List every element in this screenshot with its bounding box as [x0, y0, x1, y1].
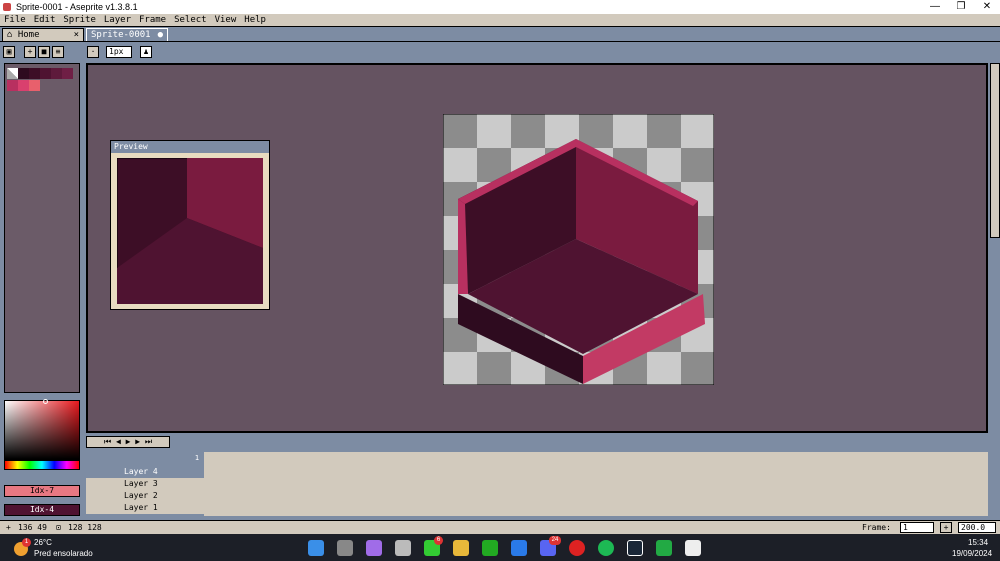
tools-panel[interactable]	[990, 63, 1000, 238]
palette-swatch[interactable]	[62, 68, 73, 79]
layer-name: Layer 4	[124, 467, 158, 476]
clock-date[interactable]: 19/09/2024	[952, 549, 992, 558]
color-picker[interactable]	[4, 399, 80, 460]
tab-home-label: Home	[17, 30, 40, 40]
frame-label: Frame:	[862, 523, 891, 532]
weather-temp: 26°C	[34, 538, 52, 547]
status-bar: + 136 49 ⊡ 128 128 Frame: 1 + 200.0	[0, 520, 1000, 534]
palette-swatch[interactable]	[51, 68, 62, 79]
context-bar: ▣ + ■ ≡ · 1px ♟	[0, 41, 1000, 63]
copilot-icon[interactable]	[366, 540, 382, 556]
preview-image	[117, 158, 263, 304]
layer-row[interactable]: Layer 2	[86, 490, 204, 502]
folder-icon[interactable]	[453, 540, 469, 556]
app-icon	[3, 3, 11, 11]
menu-bar: File Edit Sprite Layer Frame Select View Help	[0, 14, 1000, 27]
preview-window[interactable]: Preview	[110, 140, 270, 310]
background-color-button[interactable]: Idx-4	[4, 504, 80, 516]
maximize-button[interactable]: ❐	[948, 0, 974, 14]
playback-controls[interactable]: ⏮ ◀ ▶ ▶ ⏭	[86, 436, 170, 448]
layer-name: Layer 3	[124, 479, 158, 488]
cursor-position: 136 49	[18, 523, 47, 532]
frames-grid[interactable]	[204, 452, 988, 516]
foreground-color-button[interactable]: Idx-7	[4, 485, 80, 497]
menu-view[interactable]: View	[215, 15, 237, 25]
ink-icon[interactable]: ♟	[140, 46, 152, 58]
sprite-canvas[interactable]	[443, 114, 714, 385]
weather-desc: Pred ensolarado	[34, 549, 93, 558]
close-button[interactable]: ✕	[974, 0, 1000, 14]
palette-swatch[interactable]	[40, 68, 51, 79]
layer-name: Layer 1	[124, 503, 158, 512]
title-bar: Sprite-0001 - Aseprite v1.3.8.1 — ❐ ✕	[0, 0, 1000, 14]
zoom-input[interactable]: 200.0	[958, 522, 996, 533]
tab-close-icon[interactable]: ×	[74, 29, 79, 41]
brush-type-icon[interactable]: ·	[87, 46, 99, 58]
brush-size-input[interactable]: 1px	[106, 46, 132, 58]
xbox-icon[interactable]	[482, 540, 498, 556]
layer-row[interactable]: Layer 1	[86, 502, 204, 514]
home-icon: ⌂	[7, 30, 13, 40]
app-icon[interactable]	[511, 540, 527, 556]
clock-time[interactable]: 15:34	[968, 538, 988, 547]
layers-icon[interactable]: +	[24, 46, 36, 58]
frame-input[interactable]: 1	[900, 522, 934, 533]
palette-swatch[interactable]	[29, 68, 40, 79]
discord-badge: 24	[549, 536, 561, 545]
layer-name: Layer 2	[124, 491, 158, 500]
preview-title: Preview	[111, 141, 269, 153]
cursor-icon: +	[6, 523, 11, 532]
sprite-size: 128 128	[68, 523, 102, 532]
list-icon[interactable]: ≡	[52, 46, 64, 58]
palette-swatch[interactable]	[18, 80, 29, 91]
palette-swatch[interactable]	[7, 80, 18, 91]
game-icon[interactable]	[656, 540, 672, 556]
menu-select[interactable]: Select	[174, 15, 207, 25]
tab-sprite[interactable]: Sprite-0001 ●	[86, 28, 168, 41]
taskbar: 1 26°C Pred ensolarado 6 24 15:34 19/09/…	[0, 534, 1000, 561]
menu-frame[interactable]: Frame	[139, 15, 166, 25]
transparent-swatch[interactable]	[7, 68, 18, 79]
window-title: Sprite-0001 - Aseprite v1.3.8.1	[16, 2, 138, 12]
lock-icon[interactable]: ▣	[3, 46, 15, 58]
palette-swatch[interactable]	[18, 68, 29, 79]
hue-slider[interactable]	[4, 460, 80, 470]
layer-row[interactable]: Layer 3	[86, 478, 204, 490]
steam-icon[interactable]	[627, 540, 643, 556]
palette-panel[interactable]	[4, 63, 80, 393]
tab-modified-icon[interactable]: ●	[158, 29, 163, 41]
browser-icon[interactable]	[395, 540, 411, 556]
save-icon[interactable]: ■	[38, 46, 50, 58]
picker-cursor[interactable]	[43, 399, 48, 404]
start-icon[interactable]	[308, 540, 324, 556]
menu-edit[interactable]: Edit	[34, 15, 56, 25]
menu-layer[interactable]: Layer	[104, 15, 131, 25]
add-frame-button[interactable]: +	[940, 522, 952, 533]
whatsapp-badge: 6	[434, 536, 443, 545]
timeline-panel: ⏮ ◀ ▶ ▶ ⏭ 1	[86, 434, 988, 519]
search-icon[interactable]	[337, 540, 353, 556]
menu-sprite[interactable]: Sprite	[63, 15, 96, 25]
spotify-icon[interactable]	[598, 540, 614, 556]
size-icon: ⊡	[56, 523, 61, 532]
tab-bar: ⌂ Home × Sprite-0001 ●	[0, 27, 1000, 41]
menu-help[interactable]: Help	[244, 15, 266, 25]
menu-file[interactable]: File	[4, 15, 26, 25]
minimize-button[interactable]: —	[922, 0, 948, 14]
layer-row[interactable]: Layer 4	[86, 466, 204, 478]
opera-icon[interactable]	[569, 540, 585, 556]
tab-sprite-label: Sprite-0001	[91, 30, 151, 40]
palette-swatch[interactable]	[29, 80, 40, 91]
tab-home[interactable]: ⌂ Home ×	[2, 28, 84, 41]
weather-badge: 1	[22, 538, 31, 547]
aseprite-icon[interactable]	[685, 540, 701, 556]
frame-number[interactable]: 1	[192, 453, 202, 463]
